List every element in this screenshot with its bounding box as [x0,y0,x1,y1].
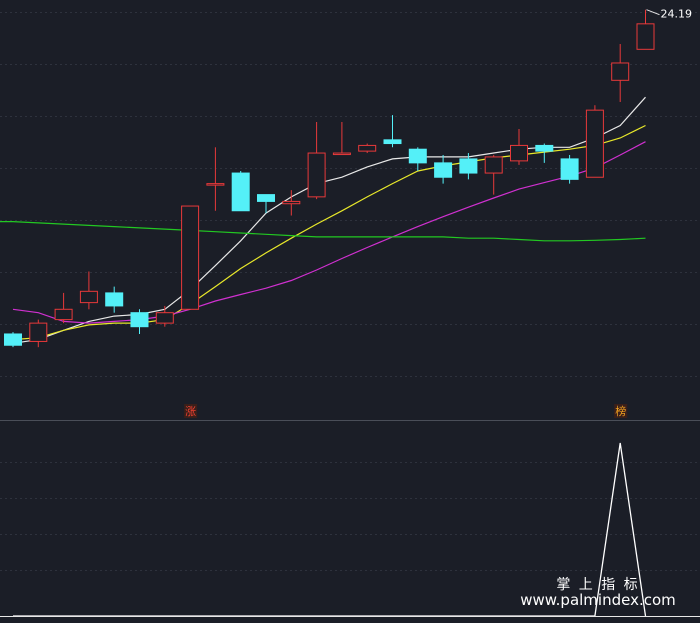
badge-text-0: 涨 [185,405,196,418]
candle-body-7 [181,205,200,310]
candle-body-12 [307,152,326,198]
candle-body-8 [206,183,225,186]
candle-body-5 [130,312,149,328]
stock-chart: 24.19 涨榜 掌 上 指 标 www.palmindex.com [0,0,700,623]
candle-body-4 [105,292,124,307]
candle-23 [585,105,604,178]
candle-9 [231,170,250,212]
candle-body-13 [332,152,351,156]
badge-text-1: 榜 [615,404,626,418]
candle-body-6 [155,312,174,324]
candle-body-16 [408,148,427,164]
candle-body-23 [585,109,604,178]
candle-body-17 [434,162,453,178]
candle-body-22 [560,158,579,180]
candle-body-14 [358,144,377,152]
candle-body-2 [54,308,73,321]
candle-0 [4,332,22,348]
candle-body-19 [484,156,503,174]
candle-body-18 [459,158,478,174]
candle-body-15 [383,139,402,145]
badge-0: 涨 [184,404,198,418]
candle-7 [181,205,200,310]
watermark-url: www.palmindex.com [520,591,676,609]
candle-body-20 [510,144,528,162]
candle-body-3 [79,290,98,304]
candle-22 [560,154,579,184]
badge-1: 榜 [614,404,628,418]
candle-body-21 [535,144,554,152]
candle-body-10 [257,194,275,202]
candle-body-1 [29,322,48,342]
candle-body-9 [231,172,250,212]
candle-body-0 [4,333,22,346]
candle-body-24 [611,62,630,81]
candle-body-11 [282,200,301,205]
candle-body-25 [636,23,655,50]
max-price-label: 24.19 [661,8,693,21]
